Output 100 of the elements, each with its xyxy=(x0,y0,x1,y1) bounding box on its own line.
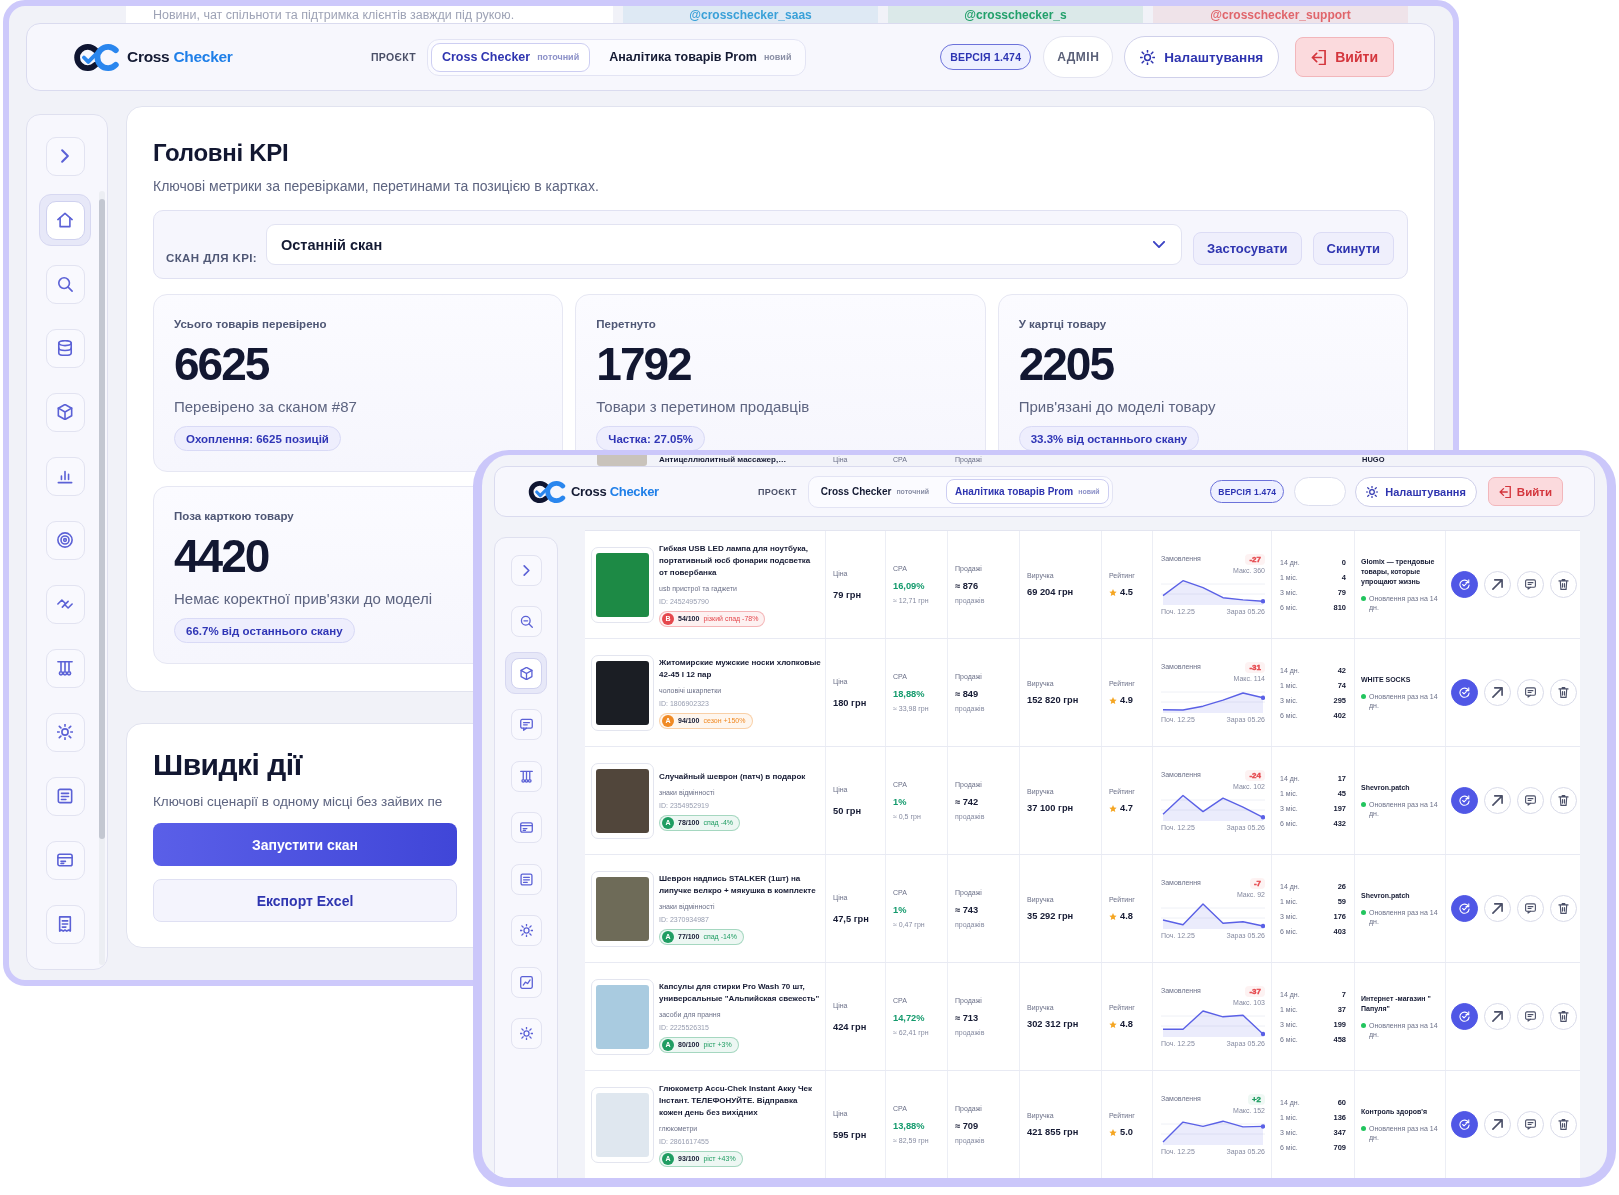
photo-placeholder xyxy=(597,455,647,466)
price-value: 424 грн xyxy=(833,1020,867,1033)
sidebar-button[interactable] xyxy=(510,915,542,946)
comment-button[interactable] xyxy=(1517,679,1544,706)
kpi-label: Усього товарів перевірено xyxy=(174,317,327,331)
rating-value: 4.5 xyxy=(1120,586,1133,598)
open-button[interactable] xyxy=(1484,787,1511,814)
sidebar-button[interactable] xyxy=(510,709,542,740)
open-button[interactable] xyxy=(1484,1111,1511,1138)
delete-button[interactable] xyxy=(1550,1111,1577,1138)
target-icon xyxy=(57,532,73,548)
open-button[interactable] xyxy=(1484,1003,1511,1030)
sidebar-toggle[interactable] xyxy=(45,136,85,176)
cpa-value: 1% xyxy=(893,903,907,916)
sidebar-button[interactable] xyxy=(45,904,85,944)
rating-value: 4.7 xyxy=(1120,802,1133,814)
sidebar-button[interactable] xyxy=(45,264,85,304)
product-title[interactable]: Гибкая USB LED лампа для ноутбука, портативный юсб фонарик подсветка от повербанка xyxy=(659,542,821,579)
card-icon xyxy=(57,852,73,868)
refresh-button[interactable] xyxy=(1451,679,1478,706)
product-title[interactable]: Глюкометр Accu-Chek Instant Акку Чек Інстант. ТЕЛЕФОНУЙТЕ. Відправка кожен день без вихідних xyxy=(659,1082,821,1119)
kpi-value: 4420 xyxy=(174,532,269,580)
orders-delta: -37 xyxy=(1245,985,1265,997)
sidebar-button[interactable] xyxy=(510,606,542,637)
sidebar-button[interactable] xyxy=(510,1018,542,1049)
trash-icon xyxy=(1558,1011,1569,1022)
orders-delta: -7 xyxy=(1249,877,1265,889)
sidebar-button[interactable] xyxy=(39,194,91,246)
sidebar-button[interactable] xyxy=(45,328,85,368)
sidebar-button[interactable] xyxy=(510,812,542,843)
product-title[interactable]: Капсулы для стирки Pro Wash 70 шт, универсальные "Альпийская свежесть" xyxy=(659,980,821,1005)
sidebar-toggle[interactable] xyxy=(510,554,542,586)
price-value: 50 грн xyxy=(833,804,862,817)
refresh-button[interactable] xyxy=(1451,571,1478,598)
sidebar-button[interactable] xyxy=(45,584,85,624)
scan-select[interactable]: Останній скан xyxy=(266,224,1183,265)
sidebar-button[interactable] xyxy=(45,648,85,688)
document-icon xyxy=(519,872,533,886)
comment-button[interactable] xyxy=(1517,895,1544,922)
delete-button[interactable] xyxy=(1550,1003,1577,1030)
product-title[interactable]: Житомирские мужские носки хлопковые 42-45 I 12 пар xyxy=(659,656,821,681)
open-button[interactable] xyxy=(1484,679,1511,706)
comment-button[interactable] xyxy=(1517,1111,1544,1138)
cpa-value: 16,09% xyxy=(893,579,925,592)
comment-button[interactable] xyxy=(1517,571,1544,598)
comment-button[interactable] xyxy=(1517,787,1544,814)
sidebar-button[interactable] xyxy=(510,966,542,998)
cpa-value: 14,72% xyxy=(893,1011,925,1024)
comment-button[interactable] xyxy=(1517,1003,1544,1030)
chat-icon xyxy=(1525,1119,1536,1130)
rating-value: 4.8 xyxy=(1120,1018,1133,1030)
sidebar-button[interactable] xyxy=(45,456,85,496)
delete-button[interactable] xyxy=(1550,571,1577,598)
sidebar-button[interactable] xyxy=(45,776,85,816)
star-icon xyxy=(1109,696,1117,704)
revenue-value: 37 100 грн xyxy=(1027,802,1074,814)
settings-button[interactable]: Налаштування xyxy=(1355,476,1477,507)
sidebar-button[interactable] xyxy=(45,392,85,432)
project-label: ПРОЄКТ xyxy=(758,486,797,497)
sidebar-button[interactable] xyxy=(45,840,85,880)
delete-button[interactable] xyxy=(1550,895,1577,922)
home-icon xyxy=(57,212,73,228)
product-title[interactable]: Шеврон надпись STALKER (1шт) на липучке велкро + мякушка в комплекте xyxy=(659,872,821,897)
cube-icon xyxy=(57,404,73,420)
product-title[interactable]: Случайный шеврон (патч) в подарок xyxy=(659,770,806,783)
refresh-button[interactable] xyxy=(1451,787,1478,814)
sidebar-button[interactable] xyxy=(45,520,85,560)
sidebar-button[interactable] xyxy=(505,652,547,694)
sidebar-button[interactable] xyxy=(510,760,542,792)
refresh-button[interactable] xyxy=(1451,1003,1478,1030)
filter-label: СКАН ДЛЯ KPI: xyxy=(166,251,255,265)
project-tab[interactable]: Cross Checker поточний xyxy=(430,42,591,72)
logout-button[interactable]: Вийти xyxy=(1487,477,1563,506)
apply-button[interactable]: Застосувати xyxy=(1193,232,1302,265)
status-dot-icon xyxy=(1361,910,1366,915)
delete-button[interactable] xyxy=(1550,679,1577,706)
open-button[interactable] xyxy=(1484,895,1511,922)
sidebar-button[interactable] xyxy=(45,712,85,752)
action-button[interactable]: Запустити скан xyxy=(153,823,457,866)
sales-value: ≈ 849 xyxy=(955,687,979,700)
settings-button[interactable]: Налаштування xyxy=(1124,36,1280,78)
logout-button[interactable]: Вийти xyxy=(1295,37,1394,77)
delete-button[interactable] xyxy=(1550,787,1577,814)
refresh-button[interactable] xyxy=(1451,895,1478,922)
sun-icon xyxy=(519,924,533,937)
refresh-button[interactable] xyxy=(1451,1111,1478,1138)
open-button[interactable] xyxy=(1484,571,1511,598)
kpi-pill: Охоплення: 6625 позицій xyxy=(174,426,341,451)
sidebar-button[interactable] xyxy=(510,863,542,895)
action-button[interactable]: Експорт Excel xyxy=(153,879,457,922)
kpi-pill: Частка: 27.05% xyxy=(596,426,705,451)
sun-icon xyxy=(1140,49,1156,65)
status-dot-icon xyxy=(1361,1126,1366,1131)
arrow-icon xyxy=(1492,687,1503,698)
scrollbar[interactable] xyxy=(99,191,105,965)
kpi-value: 2205 xyxy=(1018,340,1113,388)
project-tab[interactable]: Аналітика товарів Prom новий xyxy=(598,42,803,72)
reset-button[interactable]: Скинути xyxy=(1312,232,1394,265)
sun-icon xyxy=(1366,485,1379,498)
chat-icon xyxy=(1525,687,1536,698)
